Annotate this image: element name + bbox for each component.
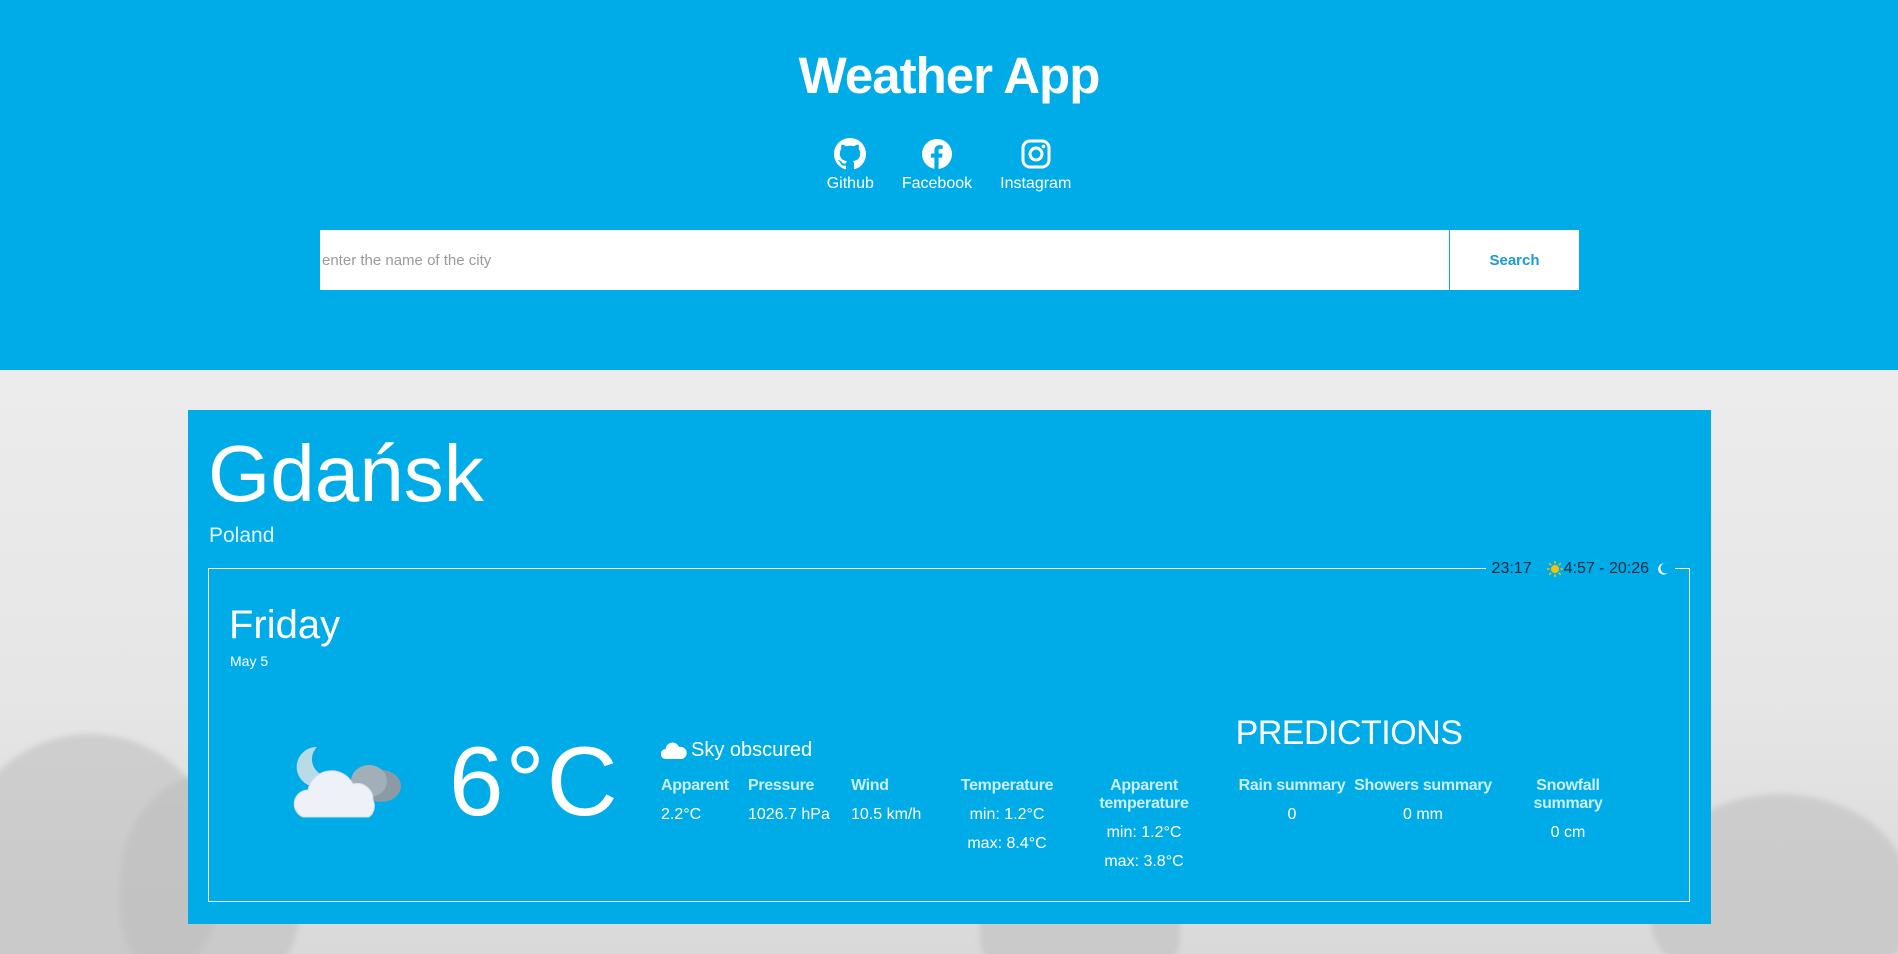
rain-label: Rain summary	[1238, 777, 1346, 794]
city-search-input[interactable]	[320, 230, 1449, 290]
rain-prediction: Rain summary 0	[1232, 777, 1352, 824]
wind-value: 10.5 km/h	[851, 806, 922, 823]
apparent-value: 2.2°C	[661, 806, 702, 823]
app-title: Weather App	[798, 47, 1101, 104]
apparent-temperature-prediction: Apparent temperature min: 1.2°C max: 3.8…	[1064, 777, 1224, 871]
weather-card: Gdańsk Poland 23:17 4:57 - 20:26 Friday …	[188, 410, 1711, 924]
snowfall-value: 0 cm	[1550, 824, 1586, 841]
sunrise-sunset: 4:57 - 20:26	[1563, 560, 1649, 577]
wind-column: Wind 10.5 km/h	[851, 777, 921, 824]
day-name: Friday	[229, 603, 341, 647]
github-link[interactable]: Github	[827, 138, 874, 193]
city-name: Gdańsk	[208, 429, 484, 518]
apparent-label: Apparent	[661, 777, 729, 794]
weather-condition: Sky obscured	[661, 739, 812, 762]
apparent-temperature-min: min: 1.2°C	[1106, 824, 1182, 841]
rain-value: 0	[1287, 806, 1297, 823]
facebook-label: Facebook	[901, 175, 973, 192]
apparent-temperature-max: max: 3.8°C	[1104, 853, 1184, 870]
instagram-label: Instagram	[1000, 175, 1072, 192]
showers-label: Showers summary	[1354, 777, 1492, 794]
time-info: 23:17 4:57 - 20:26	[1485, 560, 1675, 578]
moon-icon	[1658, 563, 1668, 575]
forecast-panel: 23:17 4:57 - 20:26 Friday May 5 6°C Sky …	[208, 560, 1690, 902]
temperature-label: Temperature	[960, 777, 1054, 794]
temperature-min: min: 1.2°C	[969, 806, 1045, 823]
snowfall-label: Snowfall summary	[1533, 777, 1603, 812]
date-label: May 5	[230, 653, 269, 669]
country-name: Poland	[209, 524, 275, 547]
search-button[interactable]: Search	[1449, 230, 1579, 290]
instagram-link[interactable]: Instagram	[1000, 138, 1071, 193]
facebook-link[interactable]: Facebook	[902, 138, 972, 193]
predictions-title: PREDICTIONS	[1235, 714, 1463, 752]
condition-text: Sky obscured	[691, 739, 813, 761]
pressure-column: Pressure 1026.7 hPa	[748, 777, 830, 824]
cloud-icon	[661, 742, 687, 759]
search-bar: Search	[320, 230, 1579, 290]
wind-label: Wind	[851, 777, 889, 794]
facebook-icon	[921, 139, 952, 169]
current-temperature: 6°C	[449, 726, 620, 836]
header: Weather App Github Facebook Instagram en…	[0, 0, 1898, 370]
github-icon	[834, 138, 867, 170]
pressure-label: Pressure	[748, 777, 815, 794]
showers-value: 0 mm	[1403, 806, 1443, 823]
cloudy-night-icon	[293, 746, 401, 818]
apparent-temperature-label: Apparent temperature	[1099, 777, 1189, 812]
instagram-icon	[1021, 139, 1051, 169]
apparent-column: Apparent 2.2°C	[661, 777, 729, 824]
current-time: 23:17	[1491, 560, 1532, 577]
temperature-prediction: Temperature min: 1.2°C max: 8.4°C	[959, 777, 1055, 853]
sun-icon	[1546, 560, 1563, 578]
snowfall-prediction: Snowfall summary 0 cm	[1501, 777, 1635, 842]
pressure-value: 1026.7 hPa	[748, 806, 830, 823]
github-label: Github	[826, 175, 874, 192]
social-links: Github Facebook Instagram	[0, 138, 1898, 193]
temperature-max: max: 8.4°C	[967, 835, 1047, 852]
showers-prediction: Showers summary 0 mm	[1353, 777, 1493, 824]
